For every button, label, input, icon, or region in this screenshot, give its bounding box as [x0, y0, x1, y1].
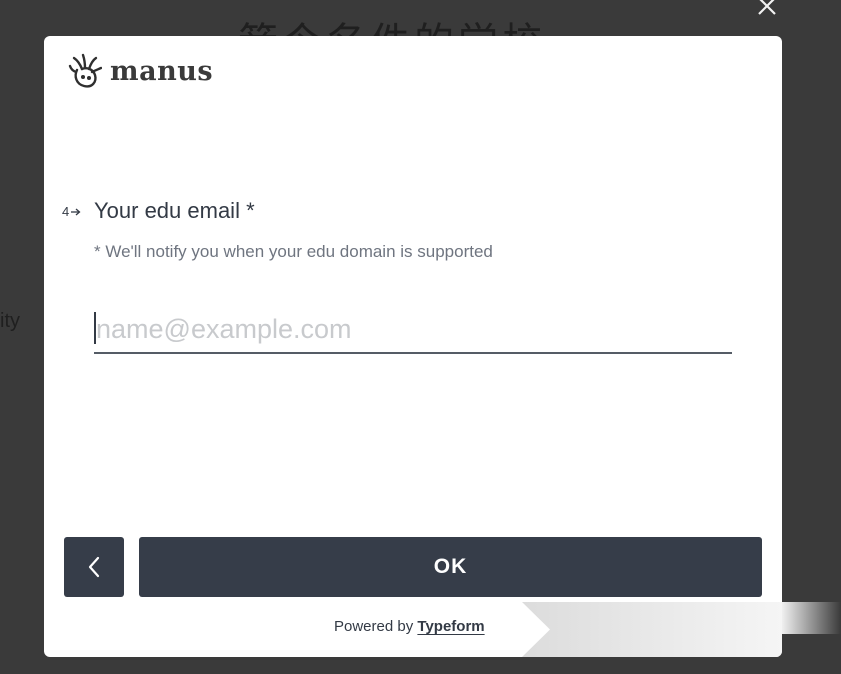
arrow-right-icon [71, 208, 81, 215]
question-number-label: 4 [62, 204, 70, 219]
backdrop-side-text: ity [0, 310, 20, 332]
question-number: 4 [62, 204, 81, 219]
brand-logo: manus [68, 52, 213, 90]
close-button[interactable] [756, 0, 778, 16]
close-icon [758, 0, 776, 15]
brand-name: manus [110, 55, 214, 87]
typeform-link[interactable]: Typeform [417, 618, 484, 635]
back-button[interactable] [64, 537, 124, 597]
question-description: * We'll notify you when your edu domain … [94, 242, 493, 261]
text-caret [94, 312, 96, 344]
manus-logo-icon [68, 53, 102, 88]
ok-button[interactable]: OK [139, 537, 762, 597]
form-modal: manus 4 Your edu email * * We'll notify … [44, 36, 782, 657]
powered-by: Powered by Typeform [334, 618, 485, 635]
footer-decoration [522, 602, 782, 657]
chevron-left-icon [88, 556, 100, 578]
overlay-decoration [782, 602, 841, 634]
powered-by-label: Powered by [334, 618, 414, 635]
email-input[interactable] [94, 306, 732, 354]
question-title: Your edu email * [94, 198, 255, 223]
